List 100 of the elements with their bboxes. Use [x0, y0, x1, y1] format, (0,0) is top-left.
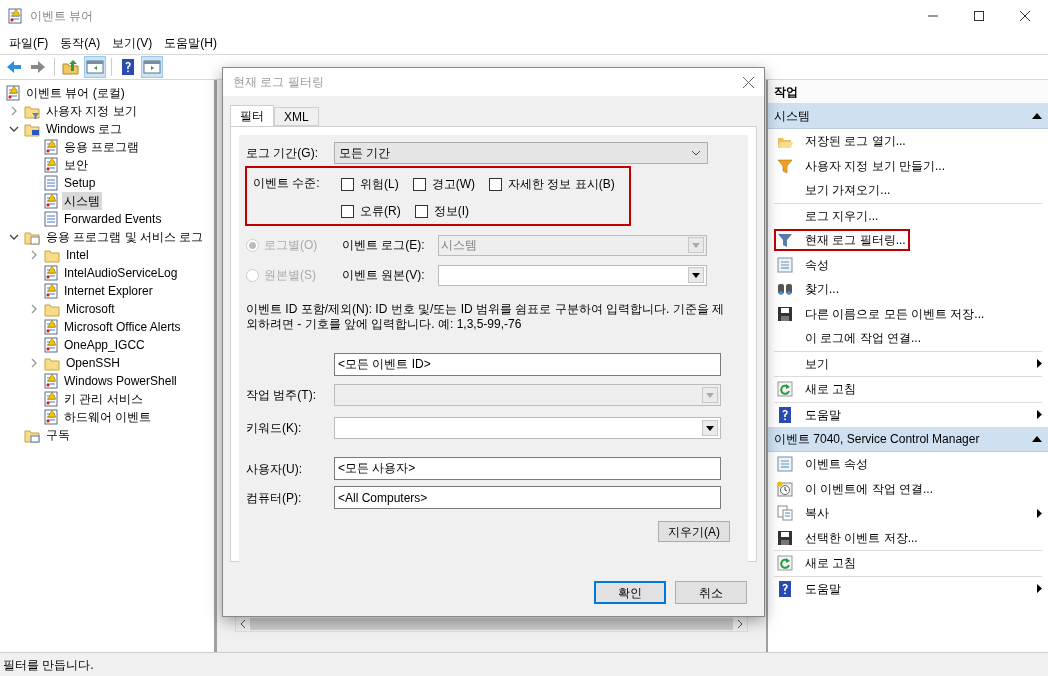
tree-item[interactable]: 시스템	[62, 192, 102, 210]
menu-item[interactable]: 파일(F)	[4, 34, 54, 52]
action-item[interactable]: 속성	[774, 253, 833, 276]
tab[interactable]: XML	[274, 107, 319, 126]
dropdown-field[interactable]	[334, 417, 721, 439]
log-icon	[44, 337, 58, 353]
tree-item[interactable]: 사용자 지정 보기	[44, 102, 139, 120]
tree-item[interactable]: 키 관리 서비스	[62, 390, 145, 408]
chevron-down-icon[interactable]	[9, 232, 19, 242]
dropdown-field[interactable]	[438, 264, 707, 286]
event-id-field[interactable]: <모든 이벤트 ID>	[334, 353, 721, 376]
action-item[interactable]: 복사	[774, 502, 833, 525]
action-item[interactable]: 보기 가져오기...	[774, 179, 895, 202]
tree-item[interactable]: 응용 프로그램	[62, 138, 142, 156]
radio-button[interactable]	[246, 268, 259, 282]
checkbox-label: 정보(I)	[433, 203, 469, 220]
tree-item[interactable]: OpenSSH	[64, 354, 123, 372]
log-icon	[44, 175, 58, 191]
log-icon	[44, 283, 58, 299]
chevron-down-icon[interactable]	[9, 124, 19, 134]
radio-label: 로그별(O)	[264, 237, 318, 254]
checkbox[interactable]	[489, 177, 502, 191]
period-dropdown[interactable]: 모든 기간	[334, 142, 708, 164]
field-label: 이벤트 원본(V):	[342, 267, 426, 284]
help-icon	[777, 406, 793, 423]
folder-icon	[44, 355, 60, 371]
chevron-right-icon[interactable]	[9, 106, 19, 116]
action-item[interactable]: 현재 로그 필터링...	[774, 229, 910, 252]
chevron-right-icon[interactable]	[29, 304, 39, 314]
log-icon	[44, 139, 58, 155]
tree-item[interactable]: 구독	[44, 426, 72, 444]
action-item[interactable]: 선택한 이벤트 저장...	[774, 526, 922, 549]
collapse-up-icon[interactable]	[1032, 436, 1042, 442]
tree-item[interactable]: 이벤트 뷰어 (로컬)	[24, 84, 127, 102]
action-item[interactable]: 새로 고침	[774, 378, 861, 401]
properties-icon	[777, 256, 793, 273]
action-item[interactable]: 도움말	[774, 403, 845, 426]
tree-item[interactable]: Setup	[62, 174, 98, 192]
chevron-right-icon[interactable]	[29, 250, 39, 260]
tree-item[interactable]: Windows 로그	[44, 120, 124, 138]
tree-item[interactable]: 하드웨어 이벤트	[62, 408, 154, 426]
checkbox-label: 오류(R)	[360, 203, 401, 220]
tree-item[interactable]: Forwarded Events	[62, 210, 164, 228]
cancel-button[interactable]: 취소	[675, 581, 747, 604]
close-icon[interactable]	[743, 76, 754, 88]
tree-item[interactable]: IntelAudioServiceLog	[62, 264, 180, 282]
action-item[interactable]: 저장된 로그 열기...	[774, 130, 910, 153]
checkbox[interactable]	[341, 204, 354, 218]
checkbox[interactable]	[341, 177, 354, 191]
action-item[interactable]: 보기	[774, 352, 833, 375]
tree-pane-icon	[86, 58, 104, 76]
scroll-right-icon[interactable]	[737, 620, 743, 628]
tree-item[interactable]: 응용 프로그램 및 서비스 로그	[44, 228, 206, 246]
action-item[interactable]: 로그 지우기...	[774, 204, 883, 227]
action-item[interactable]: 이 이벤트에 작업 연결...	[774, 477, 937, 500]
clock-icon	[777, 480, 793, 497]
clear-button[interactable]: 지우기(A)	[658, 521, 730, 542]
collapse-up-icon[interactable]	[1032, 113, 1042, 119]
back-arrow-icon	[5, 58, 23, 76]
help-icon	[119, 58, 137, 76]
checkbox-label: 위험(L)	[360, 176, 399, 193]
tree-item[interactable]: Microsoft Office Alerts	[62, 318, 183, 336]
menu-item[interactable]: 동작(A)	[55, 34, 106, 52]
section-header[interactable]: 이벤트 7040, Service Control Manager	[768, 427, 1048, 452]
action-pane-button[interactable]	[141, 56, 163, 78]
tree-item[interactable]: Intel	[64, 246, 91, 264]
maximize-icon	[974, 11, 984, 21]
scroll-left-icon[interactable]	[240, 620, 246, 628]
action-item[interactable]: 이 로그에 작업 연결...	[774, 327, 925, 350]
action-item[interactable]: 이벤트 속성	[774, 453, 873, 476]
action-item[interactable]: 사용자 지정 보기 만들기...	[774, 154, 949, 177]
menu-item[interactable]: 보기(V)	[107, 34, 158, 52]
tree-item[interactable]: 보안	[62, 156, 90, 174]
ok-button[interactable]: 확인	[594, 581, 666, 604]
text-field[interactable]: <All Computers>	[334, 486, 721, 509]
folder-icon	[44, 301, 60, 317]
action-item[interactable]: 다른 이름으로 모든 이벤트 저장...	[774, 302, 989, 325]
log-icon	[44, 211, 58, 227]
action-item[interactable]: 찾기...	[774, 278, 843, 301]
tree-item[interactable]: Windows PowerShell	[62, 372, 179, 390]
action-item[interactable]: 도움말	[774, 577, 845, 600]
tab[interactable]: 필터	[230, 105, 274, 126]
log-icon	[44, 409, 58, 425]
properties-icon	[777, 456, 793, 473]
submenu-arrow-icon	[1037, 584, 1042, 594]
section-header[interactable]: 시스템	[768, 104, 1048, 129]
chevron-right-icon[interactable]	[29, 358, 39, 368]
checkbox[interactable]	[414, 204, 428, 218]
submenu-arrow-icon	[1037, 508, 1042, 518]
field-label: 로그 기간(G):	[246, 145, 319, 162]
tree-item[interactable]: Microsoft	[64, 300, 117, 318]
checkbox[interactable]	[412, 177, 426, 191]
tree-item[interactable]: OneApp_IGCC	[62, 336, 147, 354]
field-label: 이벤트 로그(E):	[342, 237, 426, 254]
text-field[interactable]: <모든 사용자>	[334, 457, 721, 480]
menu-item[interactable]: 도움말(H)	[159, 34, 222, 52]
tree-pane-button[interactable]	[84, 56, 106, 78]
action-item[interactable]: 새로 고침	[774, 552, 861, 575]
radio-label: 원본별(S)	[264, 267, 316, 284]
tree-item[interactable]: Internet Explorer	[62, 282, 155, 300]
